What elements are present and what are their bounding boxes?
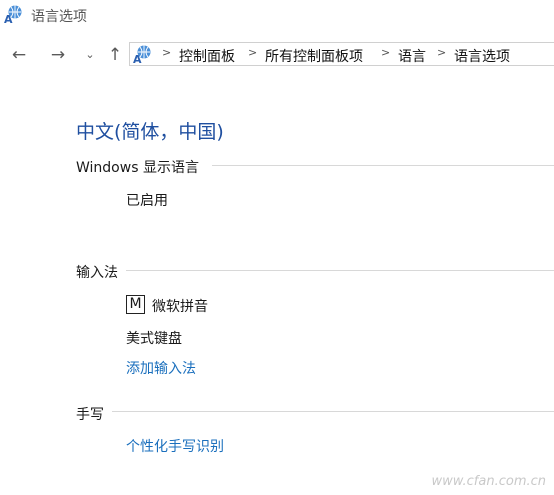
forward-arrow-icon[interactable]: → [47, 45, 69, 65]
section-divider [112, 411, 554, 412]
breadcrumb-separator-icon[interactable]: > [162, 46, 171, 59]
breadcrumb-separator-icon[interactable]: > [437, 46, 446, 59]
address-bar[interactable]: A > 控制面板 > 所有控制面板项 > 语言 > 语言选项 [129, 42, 554, 66]
watermark: www.cfan.com.cn [431, 474, 546, 489]
add-input-method-link[interactable]: 添加输入法 [126, 358, 196, 378]
control-panel-icon: A [133, 45, 151, 64]
breadcrumb-separator-icon[interactable]: > [381, 46, 390, 59]
ime-badge-icon: M [126, 295, 145, 314]
input-method-microsoft-pinyin: 微软拼音 [152, 299, 208, 315]
display-language-header: Windows 显示语言 [76, 160, 199, 176]
language-options-icon: A [4, 5, 22, 24]
breadcrumb-separator-icon[interactable]: > [248, 46, 257, 59]
personalize-handwriting-link[interactable]: 个性化手写识别 [126, 436, 224, 456]
section-divider [212, 165, 554, 166]
back-arrow-icon[interactable]: ← [8, 45, 30, 65]
handwriting-header: 手写 [76, 407, 104, 423]
breadcrumb-control-panel[interactable]: 控制面板 [179, 46, 235, 66]
svg-text:A: A [133, 53, 142, 64]
breadcrumb-language-options[interactable]: 语言选项 [454, 46, 510, 66]
breadcrumb-language[interactable]: 语言 [398, 46, 426, 66]
up-arrow-icon[interactable]: ↑ [104, 45, 126, 65]
breadcrumb-all-control-panel-items[interactable]: 所有控制面板项 [265, 46, 363, 66]
window-title: 语言选项 [31, 9, 87, 25]
recent-locations-chevron-icon[interactable]: ⌄ [79, 45, 101, 65]
section-divider [126, 270, 554, 271]
language-title: 中文(简体，中国) [76, 121, 224, 143]
title-bar: A 语言选项 [0, 0, 554, 32]
input-method-us-keyboard: 美式键盘 [126, 331, 182, 347]
display-language-status: 已启用 [126, 193, 168, 209]
svg-text:A: A [4, 13, 13, 24]
input-methods-header: 输入法 [76, 265, 118, 281]
